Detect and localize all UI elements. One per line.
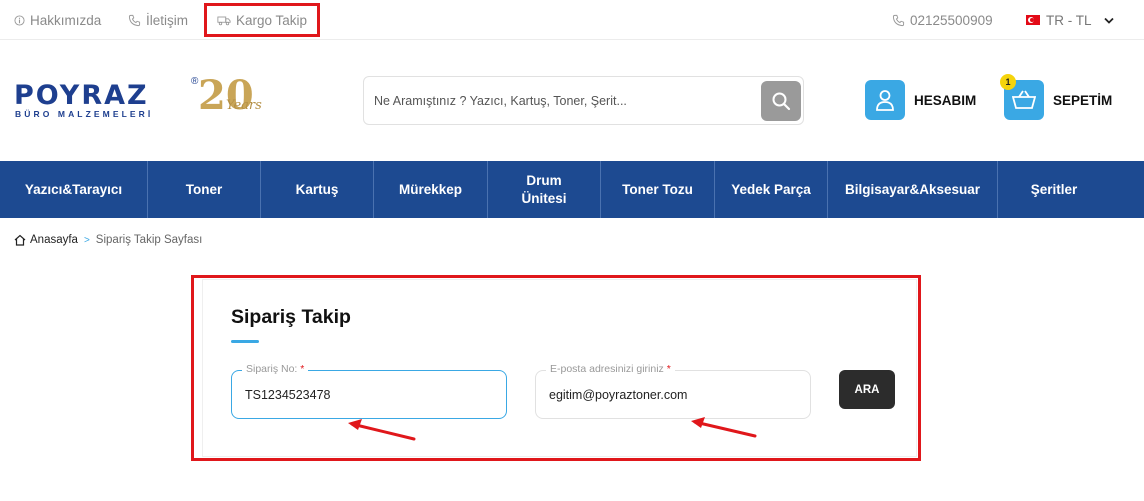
- cart-count-badge: 1: [1000, 74, 1016, 90]
- breadcrumb: Anasayfa > Sipariş Takip Sayfası: [14, 232, 202, 248]
- language-label: TR - TL: [1046, 12, 1092, 28]
- phone-icon: [128, 14, 141, 26]
- logo-name: POYRAZ: [14, 80, 149, 111]
- home-icon: [14, 234, 26, 246]
- search-order-button[interactable]: ARA: [839, 370, 895, 409]
- logo-tagline: BÜRO MALZEMELERİ: [15, 109, 154, 119]
- contact-link[interactable]: İletişim: [128, 0, 188, 40]
- phone-number: 02125500909: [910, 12, 993, 28]
- nav-label: Bilgisayar&Aksesuar: [844, 181, 981, 197]
- nav-item-seritler[interactable]: Şeritler: [998, 161, 1110, 218]
- breadcrumb-current: Sipariş Takip Sayfası: [95, 234, 203, 246]
- nav-label: Toner: [185, 181, 223, 197]
- email-label: E-posta adresinizi giriniz *: [546, 363, 675, 375]
- account-label: HESABIM: [914, 92, 977, 108]
- nav-label: Kartuş: [295, 181, 339, 197]
- nav-item-bilgisayar-aksesuar[interactable]: Bilgisayar&Aksesuar: [828, 161, 998, 218]
- cargo-tracking-link[interactable]: Kargo Takip: [204, 3, 320, 37]
- page-title: Sipariş Takip: [231, 306, 351, 328]
- order-number-field: Sipariş No: *: [231, 363, 507, 419]
- about-link[interactable]: Hakkımızda: [14, 0, 101, 40]
- nav-item-murekkep[interactable]: Mürekkep: [374, 161, 488, 218]
- nav-label: Yedek Parça: [731, 181, 811, 197]
- phone-link[interactable]: 02125500909: [892, 0, 993, 40]
- nav-item-toner[interactable]: Toner: [148, 161, 261, 218]
- language-selector[interactable]: TR - TL: [1026, 0, 1119, 40]
- phone-icon: [892, 14, 905, 26]
- truck-icon: [217, 16, 231, 25]
- email-input[interactable]: [549, 385, 799, 405]
- annotation-arrow-icon: [348, 419, 416, 441]
- chevron-down-icon: [1103, 17, 1114, 24]
- nav-label: Yazıcı&Tarayıcı: [24, 181, 123, 197]
- search-button[interactable]: [761, 81, 801, 121]
- cart-label: SEPETİM: [1053, 92, 1113, 108]
- nav-item-toner-tozu[interactable]: Toner Tozu: [601, 161, 715, 218]
- cargo-label: Kargo Takip: [236, 12, 308, 28]
- order-number-input[interactable]: [245, 385, 495, 405]
- nav-item-kartus[interactable]: Kartuş: [261, 161, 374, 218]
- nav-label: Drum Ünitesi: [521, 172, 567, 206]
- info-icon: [14, 14, 25, 26]
- account-icon-box: [865, 80, 905, 120]
- contact-label: İletişim: [146, 12, 189, 28]
- cart-button[interactable]: 1 SEPETİM: [1000, 74, 1113, 120]
- search-icon: [772, 92, 791, 111]
- top-bar: Hakkımızda İletişim Kargo Takip 02125500…: [0, 0, 1144, 40]
- order-number-label: Sipariş No: *: [242, 363, 309, 375]
- user-icon: [876, 90, 894, 111]
- nav-item-yazici-tarayici[interactable]: Yazıcı&Tarayıcı: [0, 161, 148, 218]
- title-underline: [231, 340, 259, 343]
- cart-icon-box: 1: [1000, 74, 1044, 120]
- nav-item-drum-unitesi[interactable]: Drum Ünitesi: [488, 161, 601, 218]
- nav-label: Şeritler: [1030, 181, 1078, 197]
- basket-icon: [1012, 90, 1036, 109]
- nav-label: Toner Tozu: [622, 181, 693, 197]
- about-label: Hakkımızda: [30, 12, 102, 28]
- required-mark: *: [300, 363, 305, 375]
- logo-years: Years: [226, 98, 262, 113]
- annotation-arrow-icon: [691, 417, 757, 438]
- breadcrumb-home[interactable]: Anasayfa: [30, 234, 78, 246]
- nav-label: Mürekkep: [398, 181, 463, 197]
- turkey-flag-icon: [1026, 15, 1040, 25]
- nav-item-yedek-parca[interactable]: Yedek Parça: [715, 161, 828, 218]
- site-logo[interactable]: POYRAZ ® BÜRO MALZEMELERİ 20 Years: [14, 72, 270, 126]
- search-input[interactable]: [374, 85, 754, 117]
- account-button[interactable]: HESABIM: [865, 80, 976, 120]
- category-nav: Yazıcı&Tarayıcı Toner Kartuş Mürekkep Dr…: [0, 161, 1144, 218]
- breadcrumb-separator-icon: >: [83, 234, 90, 246]
- search-bar: [363, 76, 804, 125]
- required-mark: *: [666, 363, 671, 375]
- email-field: E-posta adresinizi giriniz *: [535, 363, 811, 419]
